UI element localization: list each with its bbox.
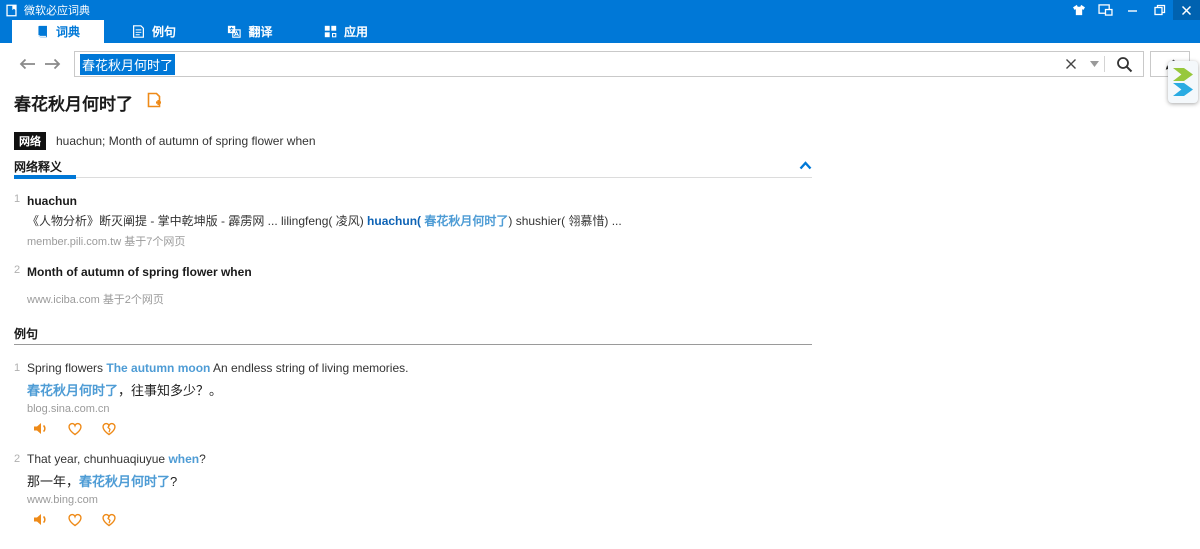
magnifier-icon[interactable] (1105, 52, 1143, 76)
example-keyword[interactable]: when (168, 452, 199, 466)
green-chevron-icon (1173, 68, 1193, 81)
tab-apps[interactable]: 应用 (300, 20, 392, 43)
tab-dictionary[interactable]: 词典 (12, 20, 104, 43)
example-source: www.bing.com (27, 494, 98, 506)
definition-snippet: 《人物分析》断灭阐提 - 掌中乾坤版 - 霹雳网 ... lilingfeng(… (27, 214, 622, 228)
dislike-broken-heart-icon[interactable] (101, 421, 118, 436)
item-number: 1 (14, 362, 21, 374)
dislike-broken-heart-icon[interactable] (101, 512, 118, 527)
speaker-icon[interactable] (33, 421, 50, 436)
example-keyword[interactable]: 春花秋月何时了 (79, 474, 170, 489)
section-divider (14, 344, 812, 345)
web-tag: 网络 (14, 132, 46, 150)
definition-term: huachun (27, 194, 77, 208)
dictionary-book-icon (38, 25, 47, 38)
window-title: 微软必应词典 (24, 5, 90, 17)
section-accent-bar (14, 175, 76, 179)
web-definitions-section-header: 网络释义 (14, 157, 812, 179)
blue-chevron-icon (1173, 83, 1193, 96)
tab-label: 翻译 (248, 25, 273, 39)
search-query-selected-text: 春花秋月何时了 (80, 53, 176, 75)
back-arrow-icon[interactable] (16, 53, 38, 75)
clear-x-icon[interactable] (1058, 52, 1084, 76)
example-sentences-icon (133, 25, 144, 38)
skin-shirt-icon[interactable] (1065, 0, 1092, 20)
item-number: 1 (14, 193, 21, 205)
search-toolbar: 春花秋月何时了 (0, 43, 1200, 103)
example-item: 2 That year, chunhuaqiuyue when? 那一年，春花秋月… (14, 452, 812, 527)
section-title: 例句 (14, 326, 39, 341)
tab-label: 例句 (151, 25, 176, 39)
headword: 春花秋月何时了 (14, 95, 133, 114)
item-number: 2 (14, 453, 21, 465)
chevron-down-icon[interactable] (1084, 52, 1104, 76)
translate-icon (228, 25, 242, 38)
forward-arrow-icon[interactable] (42, 53, 64, 75)
like-heart-icon[interactable] (67, 512, 84, 527)
add-to-notebook-icon[interactable] (147, 92, 161, 113)
titlebar: 微软必应词典 (0, 0, 1200, 20)
chevron-up-icon[interactable] (799, 157, 812, 175)
app-book-icon[interactable] (5, 4, 18, 17)
result-pane: 春花秋月何时了 网络 huachun; Month of autumn of s… (14, 84, 812, 527)
example-keyword[interactable]: The autumn moon (106, 361, 210, 375)
example-keyword[interactable]: 春花秋月何时了 (27, 383, 118, 398)
tab-label: 应用 (343, 25, 368, 39)
tab-bar: 词典 例句 翻译 应用 (0, 20, 1200, 43)
tab-label: 词典 (55, 25, 80, 39)
snippet-link[interactable]: huachun( (367, 214, 421, 228)
tab-examples[interactable]: 例句 (108, 20, 200, 43)
window-controls (1065, 0, 1200, 20)
definition-source: member.pili.com.tw 基于7个网页 (27, 236, 186, 248)
snippet-keyword[interactable]: 春花秋月何时了 (421, 214, 508, 228)
minimize-icon[interactable] (1119, 0, 1146, 20)
item-number: 2 (14, 264, 21, 276)
web-definition-item: 2 Month of autumn of spring flower when … (14, 263, 812, 307)
web-summary: huachun; Month of autumn of spring flowe… (56, 134, 316, 148)
restore-icon[interactable] (1146, 0, 1173, 20)
example-actions (33, 421, 812, 436)
speaker-icon[interactable] (33, 512, 50, 527)
web-definition-item: 1 huachun 《人物分析》断灭阐提 - 掌中乾坤版 - 霹雳网 ... l… (14, 192, 812, 249)
close-icon[interactable] (1173, 0, 1200, 20)
mini-window-icon[interactable] (1092, 0, 1119, 20)
section-title: 网络释义 (14, 159, 63, 174)
example-item: 1 Spring flowers The autumn moon An endle… (14, 361, 812, 436)
example-source: blog.sina.com.cn (27, 403, 110, 415)
tab-translate[interactable]: 翻译 (204, 20, 296, 43)
example-actions (33, 512, 812, 527)
search-input[interactable]: 春花秋月何时了 (74, 51, 1144, 77)
apps-grid-icon (324, 25, 337, 38)
like-heart-icon[interactable] (67, 421, 84, 436)
snap-widget-icon[interactable] (1168, 61, 1198, 103)
definition-source: www.iciba.com 基于2个网页 (27, 294, 164, 306)
examples-section-header: 例句 (14, 325, 812, 345)
definition-term: Month of autumn of spring flower when (27, 265, 252, 279)
